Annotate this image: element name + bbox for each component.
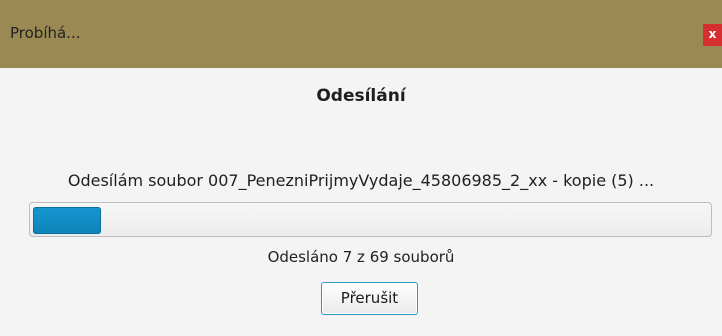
dialog-heading: Odesílání [316, 86, 406, 106]
window-title: Probíhá... [10, 24, 81, 42]
window-titlebar[interactable]: Probíhá... x [0, 0, 722, 68]
upload-progress-fill [33, 207, 101, 234]
upload-message: Odesílám soubor 007_PenezniPrijmyVydaje_… [67, 171, 655, 190]
close-icon: x [708, 27, 717, 41]
close-button[interactable]: x [703, 24, 722, 46]
upload-progress-dialog: Probíhá... x Odesílání Odesílám soubor 0… [0, 0, 722, 336]
upload-progress-bar [29, 202, 712, 237]
upload-status: Odesláno 7 z 69 souborů [267, 248, 455, 266]
abort-button[interactable]: Přerušit [321, 282, 418, 315]
